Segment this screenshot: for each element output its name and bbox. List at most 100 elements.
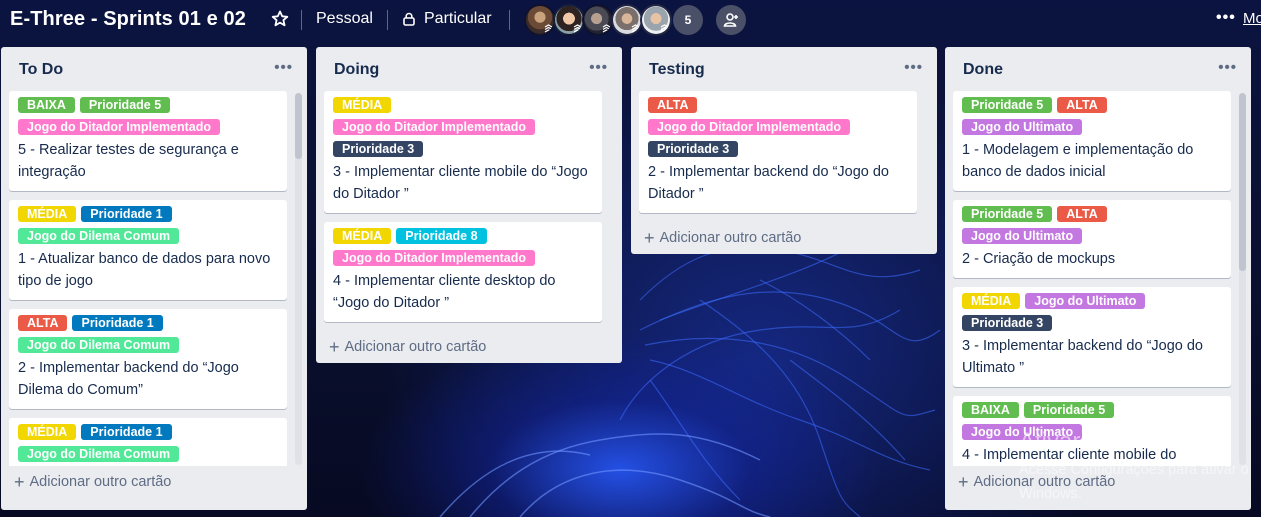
card-label[interactable]: Jogo do Dilema Comum <box>18 337 180 353</box>
header-divider <box>509 10 510 30</box>
list-title[interactable]: Done <box>963 61 1003 79</box>
card-label[interactable]: Jogo do Ultimato <box>962 424 1083 440</box>
avatar[interactable] <box>553 4 585 36</box>
card-labels: BAIXA Prioridade 5 Jogo do Ditador Imple… <box>18 97 279 141</box>
card[interactable]: Prioridade 5 ALTA Jogo do Ultimato 1 - M… <box>953 91 1231 191</box>
card-label[interactable]: Prioridade 8 <box>396 228 487 244</box>
admin-badge-icon <box>544 24 553 33</box>
add-card-label: Adicionar outro cartão <box>659 230 802 246</box>
card-label[interactable]: Prioridade 5 <box>1023 402 1115 418</box>
admin-badge-icon <box>660 24 669 33</box>
card-label[interactable]: Prioridade 1 <box>81 206 172 222</box>
add-card-button[interactable]: + Adicionar outro cartão <box>631 222 937 254</box>
list-to-do: To Do ••• BAIXA Prioridade 5 Jogo do Dit… <box>1 47 307 510</box>
card-label[interactable]: Jogo do Ultimato <box>1025 293 1146 309</box>
card[interactable]: ALTA Jogo do Ditador Implementado Priori… <box>639 91 917 213</box>
card-label[interactable]: ALTA <box>648 97 698 113</box>
card-label[interactable]: Jogo do Ultimato <box>962 228 1083 244</box>
plus-icon: + <box>958 471 969 492</box>
member-count-badge[interactable]: 5 <box>673 5 703 35</box>
card-labels: ALTA Jogo do Ditador Implementado Priori… <box>648 97 909 163</box>
visibility-label: Particular <box>424 10 492 27</box>
card-label[interactable]: BAIXA <box>962 402 1019 418</box>
card-label[interactable]: Prioridade 5 <box>962 206 1053 222</box>
card-label[interactable]: Jogo do Dilema Comum <box>18 446 180 462</box>
card-label[interactable]: Jogo do Ditador Implementado <box>333 250 536 266</box>
card-label[interactable]: ALTA <box>1057 97 1107 113</box>
invite-button[interactable] <box>716 5 746 35</box>
card-label[interactable]: Prioridade 1 <box>72 315 163 331</box>
card-label[interactable]: Jogo do Ditador Implementado <box>18 119 221 135</box>
card-label[interactable]: Prioridade 3 <box>333 141 424 157</box>
list-header: Doing ••• <box>316 47 622 91</box>
card-title: 1 - Atualizar banco de dados para novo t… <box>18 251 271 289</box>
show-menu-button[interactable]: Mo <box>1243 10 1261 27</box>
avatar[interactable] <box>524 4 556 36</box>
card-label[interactable]: Jogo do Ditador Implementado <box>648 119 851 135</box>
card[interactable]: BAIXA Prioridade 5 Jogo do Ultimato 4 - … <box>953 396 1231 466</box>
card[interactable]: ALTA Prioridade 1 Jogo do Dilema Comum 2… <box>9 309 287 409</box>
card-label[interactable]: Jogo do Ditador Implementado <box>333 119 536 135</box>
list-testing: Testing ••• ALTA Jogo do Ditador Impleme… <box>631 47 937 254</box>
card-label[interactable]: Prioridade 3 <box>962 315 1053 331</box>
plus-icon: + <box>14 471 25 492</box>
card-labels: Prioridade 5 ALTA Jogo do Ultimato <box>962 206 1223 250</box>
list-header: Testing ••• <box>631 47 937 91</box>
card-label[interactable]: Prioridade 1 <box>81 424 172 440</box>
card[interactable]: MÉDIA Jogo do Ditador Implementado Prior… <box>324 91 602 213</box>
star-icon[interactable] <box>270 9 290 29</box>
card-label[interactable]: Jogo do Ultimato <box>962 119 1083 135</box>
team-button[interactable]: Pessoal <box>316 10 373 28</box>
add-card-button[interactable]: + Adicionar outro cartão <box>1 466 307 498</box>
card-label[interactable]: MÉDIA <box>962 293 1021 309</box>
list-menu-icon[interactable]: ••• <box>589 59 608 76</box>
card[interactable]: MÉDIA Prioridade 1 Jogo do Dilema Comum … <box>9 200 287 300</box>
card[interactable]: BAIXA Prioridade 5 Jogo do Ditador Imple… <box>9 91 287 191</box>
more-icon[interactable]: ••• <box>1216 9 1236 27</box>
scrollbar-thumb[interactable] <box>295 93 302 159</box>
card-title: 2 - Implementar backend do “Jogo Dilema … <box>18 360 239 398</box>
list-title[interactable]: Doing <box>334 61 379 79</box>
scrollbar-thumb[interactable] <box>1239 93 1246 271</box>
member-avatars: 5 <box>524 4 703 36</box>
card-label[interactable]: Prioridade 3 <box>648 141 739 157</box>
card[interactable]: Prioridade 5 ALTA Jogo do Ultimato 2 - C… <box>953 200 1231 278</box>
card[interactable]: MÉDIA Prioridade 8 Jogo do Ditador Imple… <box>324 222 602 322</box>
admin-badge-icon <box>602 24 611 33</box>
header-divider <box>301 10 302 30</box>
add-card-label: Adicionar outro cartão <box>29 474 172 490</box>
card-labels: MÉDIA Jogo do Ditador Implementado Prior… <box>333 97 594 163</box>
card[interactable]: MÉDIA Prioridade 1 Jogo do Dilema Comum <box>9 418 287 466</box>
avatar[interactable] <box>640 4 672 36</box>
card-label[interactable]: MÉDIA <box>333 97 392 113</box>
card-labels: Prioridade 5 ALTA Jogo do Ultimato <box>962 97 1223 141</box>
board-header: E-Three - Sprints 01 e 02 Pessoal Partic… <box>0 0 1261 40</box>
card-container: BAIXA Prioridade 5 Jogo do Ditador Imple… <box>1 91 307 466</box>
list-menu-icon[interactable]: ••• <box>274 59 293 76</box>
avatar[interactable] <box>611 4 643 36</box>
list-title[interactable]: To Do <box>19 61 63 79</box>
board-title[interactable]: E-Three - Sprints 01 e 02 <box>10 8 246 31</box>
add-card-button[interactable]: + Adicionar outro cartão <box>316 331 622 363</box>
card-label[interactable]: ALTA <box>18 315 68 331</box>
card-label[interactable]: MÉDIA <box>18 206 77 222</box>
card-label[interactable]: MÉDIA <box>333 228 392 244</box>
list-title[interactable]: Testing <box>649 61 705 79</box>
card-label[interactable]: Prioridade 5 <box>79 97 171 113</box>
add-card-button[interactable]: + Adicionar outro cartão <box>945 466 1251 498</box>
card-label[interactable]: BAIXA <box>18 97 75 113</box>
card-label[interactable]: ALTA <box>1057 206 1107 222</box>
avatar[interactable] <box>582 4 614 36</box>
visibility-button[interactable]: Particular <box>402 10 492 28</box>
card-label[interactable]: MÉDIA <box>18 424 77 440</box>
card-container: MÉDIA Jogo do Ditador Implementado Prior… <box>316 91 622 331</box>
list-menu-icon[interactable]: ••• <box>904 59 923 76</box>
lock-icon <box>403 12 415 26</box>
card[interactable]: MÉDIA Jogo do Ultimato Prioridade 3 3 - … <box>953 287 1231 387</box>
add-card-label: Adicionar outro cartão <box>344 339 487 355</box>
card-labels: MÉDIA Prioridade 8 Jogo do Ditador Imple… <box>333 228 594 272</box>
card-label[interactable]: Jogo do Dilema Comum <box>18 228 180 244</box>
card-label[interactable]: Prioridade 5 <box>962 97 1053 113</box>
card-container: ALTA Jogo do Ditador Implementado Priori… <box>631 91 937 222</box>
list-menu-icon[interactable]: ••• <box>1218 59 1237 76</box>
